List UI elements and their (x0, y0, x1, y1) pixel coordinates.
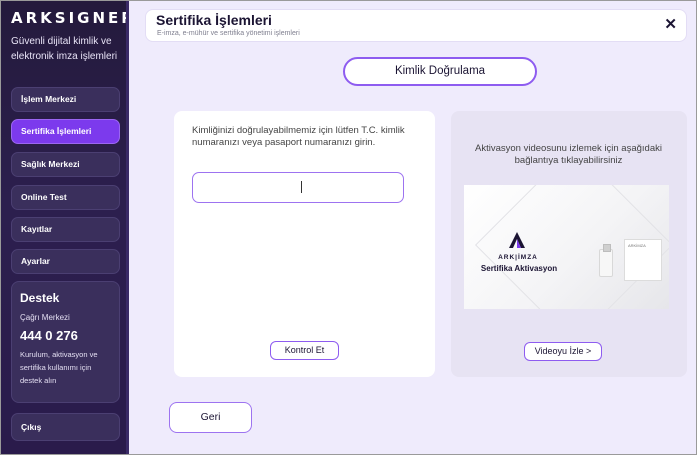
main-content: Sertifika İşlemleri E-imza, e-mühür ve s… (129, 1, 696, 454)
support-subtitle: Çağrı Merkezi (20, 313, 70, 322)
section-title: Kimlik Doğrulama (343, 57, 537, 86)
text-caret (301, 181, 302, 193)
app-logo: ARKSIGNER (11, 9, 136, 27)
arkimza-logo-icon (509, 232, 525, 248)
app-tagline: Güvenli dijital kimlik ve elektronik imz… (11, 36, 118, 62)
close-icon[interactable]: ✕ (664, 16, 677, 34)
sidebar-item-islem-merkezi[interactable]: İşlem Merkezi (11, 87, 120, 112)
logout-button[interactable]: Çıkış (11, 413, 120, 441)
video-instruction: Aktivasyon videosunu izlemek için aşağıd… (475, 143, 662, 166)
thumbnail-caption: Sertifika Aktivasyon (480, 264, 558, 273)
usb-token-icon (599, 244, 613, 277)
sidebar-item-online-test[interactable]: Online Test (11, 185, 120, 210)
identity-card: Kimliğinizi doğrulayabilmemiz için lütfe… (174, 111, 435, 377)
support-phone: 444 0 276 (20, 328, 78, 343)
check-button[interactable]: Kontrol Et (270, 341, 339, 360)
support-title: Destek (20, 291, 60, 305)
video-thumbnail[interactable]: ARK|İMZA Sertifika Aktivasyon ARKİMZA (464, 185, 669, 309)
support-description: Kurulum, aktivasyon ve sertifika kullanı… (20, 350, 98, 385)
page-title: Sertifika İşlemleri (156, 12, 272, 28)
sidebar-item-sertifika-islemleri[interactable]: Sertifika İşlemleri (11, 119, 120, 144)
identity-instruction: Kimliğinizi doğrulayabilmemiz için lütfe… (192, 125, 405, 148)
watch-video-button[interactable]: Videoyu İzle > (524, 342, 602, 361)
product-box-label: ARKİMZA (628, 243, 646, 248)
sidebar-item-ayarlar[interactable]: Ayarlar (11, 249, 120, 274)
sidebar: ARKSIGNER Güvenli dijital kimlik ve elek… (1, 1, 133, 454)
sidebar-item-saglik-merkezi[interactable]: Sağlık Merkezi (11, 152, 120, 177)
sidebar-item-kayitlar[interactable]: Kayıtlar (11, 217, 120, 242)
back-button[interactable]: Geri (169, 402, 252, 433)
page-header: Sertifika İşlemleri E-imza, e-mühür ve s… (145, 9, 687, 42)
app-window: ARKSIGNER Güvenli dijital kimlik ve elek… (0, 0, 697, 455)
support-panel: Destek Çağrı Merkezi 444 0 276 Kurulum, … (11, 281, 120, 403)
identity-number-input[interactable] (192, 172, 404, 203)
video-card: Aktivasyon videosunu izlemek için aşağıd… (451, 111, 687, 377)
thumbnail-brand: ARK|İMZA (498, 254, 538, 261)
page-subtitle: E-imza, e-mühür ve sertifika yönetimi iş… (157, 30, 300, 37)
